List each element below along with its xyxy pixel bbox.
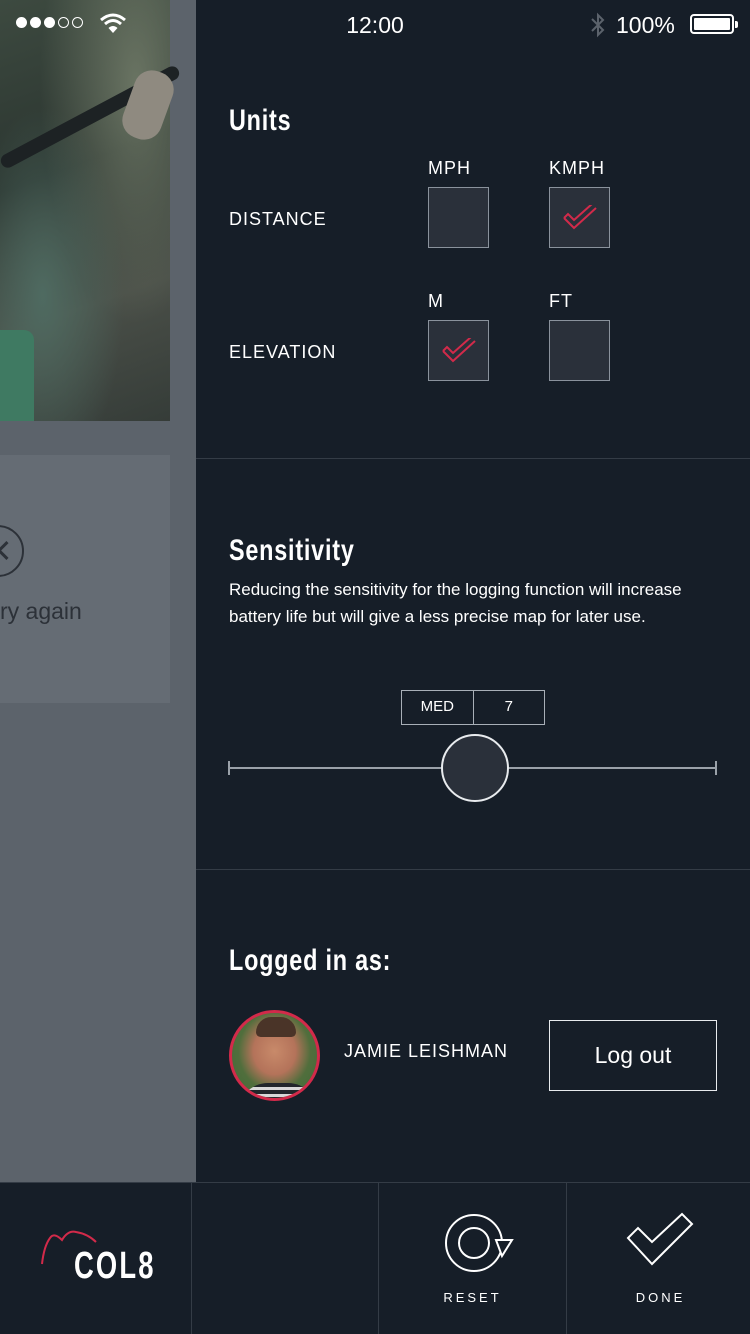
battery-icon xyxy=(690,14,738,34)
logged-in-title: Logged in as: xyxy=(229,944,392,977)
sensitivity-description: Reducing the sensitivity for the logging… xyxy=(229,580,682,626)
avatar-hair xyxy=(256,1017,296,1037)
reset-label: RESET xyxy=(443,1290,502,1305)
checkbox-mph[interactable] xyxy=(428,187,489,248)
section-divider xyxy=(196,869,750,870)
bluetooth-icon xyxy=(591,12,605,38)
checkmark-icon xyxy=(442,338,476,363)
avatar xyxy=(229,1010,320,1101)
sensitivity-slider-thumb[interactable] xyxy=(441,734,509,802)
slider-track-end-cap xyxy=(715,761,717,775)
toolbar-separator xyxy=(191,1182,192,1334)
status-bar: 12:00 100% xyxy=(0,0,750,48)
slider-level-value: 7 xyxy=(472,691,545,724)
option-label-m: M xyxy=(428,291,444,311)
photo-hand xyxy=(117,65,179,145)
done-button[interactable]: DONE xyxy=(567,1182,750,1334)
units-title: Units xyxy=(229,104,292,137)
row-label-elevation: ELEVATION xyxy=(229,342,337,362)
slider-track-start-cap xyxy=(228,761,230,775)
reset-icon xyxy=(445,1214,514,1272)
reset-button[interactable]: RESET xyxy=(379,1182,566,1334)
slider-value-readout: MED 7 xyxy=(401,690,545,725)
done-check-icon xyxy=(626,1212,694,1266)
checkbox-ft[interactable] xyxy=(549,320,610,381)
checkmark-icon xyxy=(563,205,597,230)
slider-level-label: MED xyxy=(420,698,454,715)
option-label-kmph: KMPH xyxy=(549,158,606,178)
sensitivity-title: Sensitivity xyxy=(229,534,355,567)
battery-percentage: 100% xyxy=(616,12,675,38)
row-label-distance: DISTANCE xyxy=(229,209,327,229)
logout-button[interactable]: Log out xyxy=(549,1020,717,1091)
background-photo xyxy=(0,0,182,421)
option-label-mph: MPH xyxy=(428,158,471,178)
background-page: ry again xyxy=(0,0,196,1184)
section-divider xyxy=(196,458,750,459)
logo-text: COL8 xyxy=(74,1245,156,1287)
error-retry-text: ry again xyxy=(0,598,82,624)
error-card xyxy=(0,455,170,703)
checkbox-m[interactable] xyxy=(428,320,489,381)
photo-bike-frame xyxy=(0,330,34,421)
checkbox-kmph[interactable] xyxy=(549,187,610,248)
option-label-ft: FT xyxy=(549,291,573,311)
done-label: DONE xyxy=(635,1290,686,1305)
user-name: JAMIE LEISHMAN xyxy=(344,1041,509,1061)
